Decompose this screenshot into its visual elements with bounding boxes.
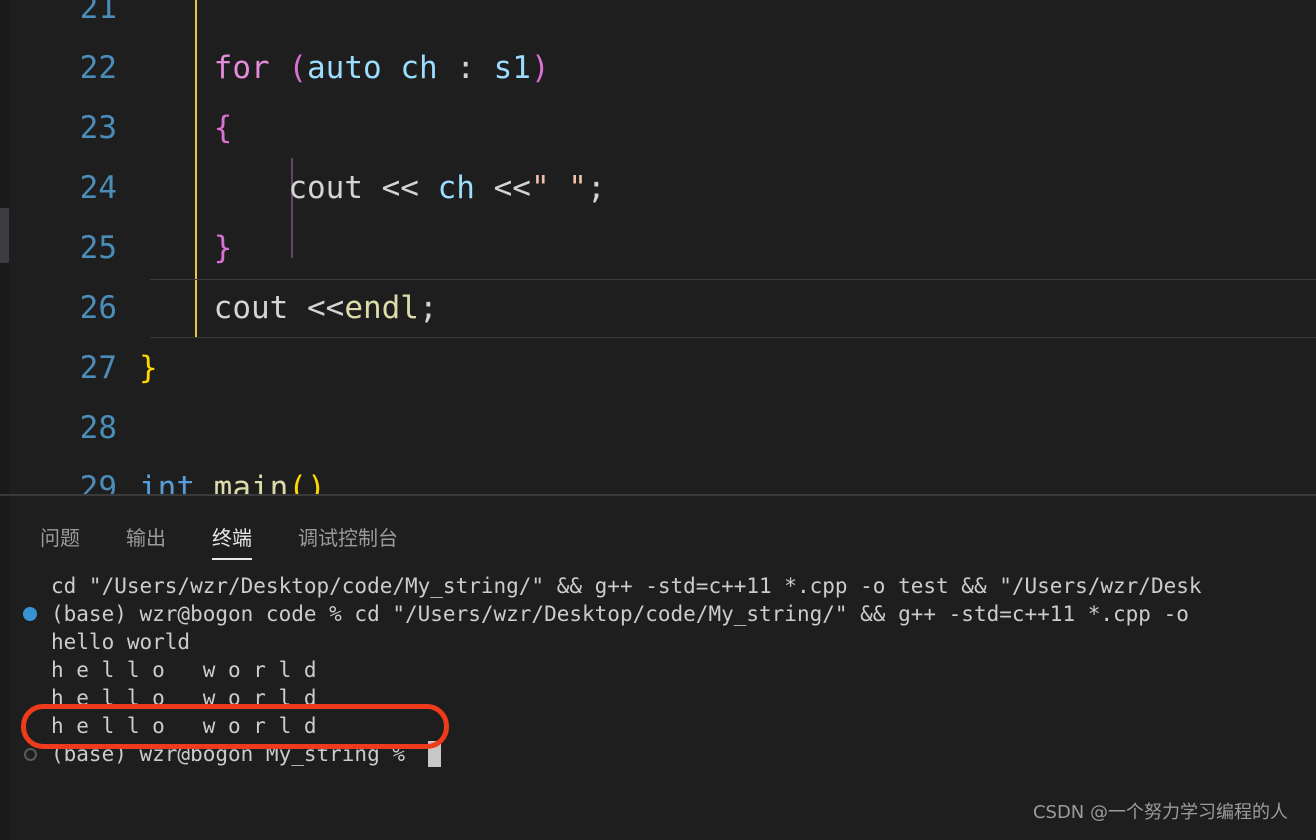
terminal-line: h e l l o w o r l d [9, 684, 1316, 712]
code-token: { [213, 110, 233, 146]
tab-output[interactable]: 输出 [126, 522, 166, 560]
terminal-cursor [427, 741, 441, 767]
terminal-output[interactable]: cd "/Users/wzr/Desktop/code/My_string/" … [9, 572, 1316, 772]
code-line[interactable]: 29 int main() [9, 458, 1316, 495]
code-token: ch [381, 50, 457, 86]
code-line[interactable]: 23 { [9, 98, 1316, 158]
tab-debug-console[interactable]: 调试控制台 [298, 522, 398, 560]
code-token: ; [418, 290, 438, 326]
code-token: << [474, 170, 531, 206]
tab-problems[interactable]: 问题 [40, 522, 80, 560]
watermark: CSDN @一个努力学习编程的人 [1032, 802, 1288, 823]
code-token: : [456, 50, 475, 86]
terminal-line-text: (base) wzr@bogon My_string % [51, 742, 418, 766]
line-number: 24 [79, 170, 117, 206]
code-line[interactable]: 21 [9, 0, 1316, 38]
terminal-line-text: h e l l o w o r l d [51, 658, 330, 682]
code-token: ( [288, 50, 307, 86]
code-token: cout [213, 290, 289, 326]
code-token: << [362, 170, 438, 206]
terminal-line-text: h e l l o w o r l d [51, 714, 330, 738]
code-token: () [288, 470, 326, 495]
code-line-text: { [139, 110, 1316, 146]
code-line[interactable]: 24 cout << ch <<" "; [9, 158, 1316, 218]
code-line[interactable]: 28 [9, 398, 1316, 458]
code-token: } [213, 230, 233, 266]
editor-left-gutter-strip [0, 0, 9, 495]
line-number: 21 [79, 0, 117, 26]
terminal-line: hello world [9, 628, 1316, 656]
terminal-line-text: hello world [51, 630, 191, 654]
line-number: 29 [79, 470, 117, 495]
code-token: cout [288, 170, 363, 206]
code-token: int [139, 470, 195, 495]
line-number: 23 [79, 110, 117, 146]
code-token: ch [437, 170, 475, 206]
line-number: 28 [79, 410, 117, 446]
editor-scrollbar-thumb[interactable] [0, 208, 9, 263]
code-token: main [213, 470, 289, 495]
terminal-line-text: (base) wzr@bogon code % cd "/Users/wzr/D… [51, 602, 1189, 626]
tab-terminal[interactable]: 终端 [212, 522, 252, 560]
code-line[interactable]: 22 for (auto ch : s1) [9, 38, 1316, 98]
code-line-text: cout <<endl; [139, 290, 1316, 326]
code-line-text: } [139, 230, 1316, 266]
panel-left-strip [0, 496, 9, 840]
line-number: 22 [79, 50, 117, 86]
code-token: << [288, 290, 345, 326]
code-line[interactable]: 27} [9, 338, 1316, 398]
code-line[interactable]: 25 } [9, 218, 1316, 278]
code-line-text: int main() [139, 470, 1316, 495]
terminal-line: h e l l o w o r l d [9, 656, 1316, 684]
code-editor[interactable]: 21 22 for (auto ch : s1) 23 {24 cout << ch… [0, 0, 1316, 495]
line-number: 25 [79, 230, 117, 266]
code-token: ; [586, 170, 606, 206]
terminal-line-marker-gutter [9, 747, 51, 761]
code-line-text: cout << ch <<" "; [139, 170, 1316, 206]
terminal-line: h e l l o w o r l d [9, 712, 1316, 740]
bottom-panel: 问题 输出 终端 调试控制台 cd "/Users/wzr/Desktop/code/… [0, 496, 1316, 840]
code-line[interactable]: 26 cout <<endl; [9, 278, 1316, 338]
command-prompt-circle-icon [23, 747, 37, 761]
code-token: auto [307, 50, 382, 86]
terminal-line-marker-gutter [9, 607, 51, 621]
code-token: } [139, 350, 158, 386]
code-token: " " [530, 170, 587, 206]
code-token: ) [530, 50, 550, 86]
terminal-line: cd "/Users/wzr/Desktop/code/My_string/" … [9, 572, 1316, 600]
code-line-text: } [139, 350, 1316, 386]
line-number: 26 [79, 290, 117, 326]
terminal-line: (base) wzr@bogon My_string % [9, 740, 1316, 768]
code-line-text: for (auto ch : s1) [139, 50, 1316, 86]
terminal-line-text: h e l l o w o r l d [51, 686, 330, 710]
code-token: endl [344, 290, 419, 326]
line-number: 27 [79, 350, 117, 386]
panel-tab-bar: 问题 输出 终端 调试控制台 [40, 514, 398, 560]
terminal-line-text: cd "/Users/wzr/Desktop/code/My_string/" … [51, 574, 1202, 598]
command-success-dot-icon [23, 607, 37, 621]
code-token: for [213, 50, 270, 86]
terminal-line: (base) wzr@bogon code % cd "/Users/wzr/D… [9, 600, 1316, 628]
code-token: s1 [474, 50, 531, 86]
